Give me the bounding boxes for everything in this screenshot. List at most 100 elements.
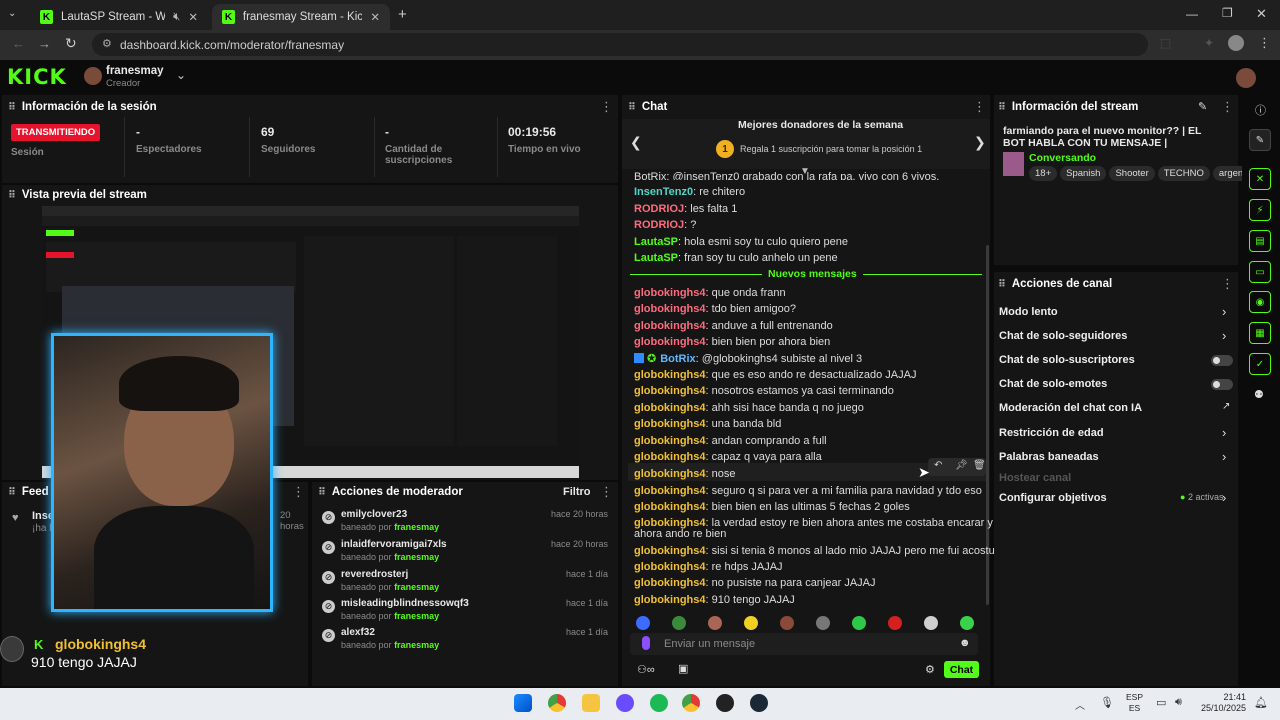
chatter-avatar[interactable] [924,616,938,630]
more-options-icon[interactable]: ⋮ [600,99,613,115]
edit-icon[interactable]: ✎ [1198,100,1207,113]
start-icon[interactable] [514,694,532,712]
chatter-avatar[interactable] [780,616,794,630]
more-options-icon[interactable]: ⋮ [973,99,986,115]
tag[interactable]: Spanish [1060,166,1107,181]
tab-list-icon[interactable]: ⌄ [8,8,24,22]
grip-icon[interactable]: ⠿ [8,190,16,201]
send-chat-button[interactable]: Chat [944,661,979,678]
gift-icon[interactable]: ▣ [678,662,688,675]
clipboard-icon[interactable]: ▤ [1249,230,1271,252]
site-settings-icon[interactable]: ⚙ [102,37,112,50]
users-icon[interactable]: ⚇∞ [637,663,655,676]
info-icon[interactable]: ⓘ [1255,102,1266,118]
browser-menu-icon[interactable]: ⋮ [1258,35,1271,51]
chatter-avatar[interactable] [636,616,650,630]
chatter-avatar[interactable] [852,616,866,630]
chevron-right-icon[interactable]: › [1222,449,1226,464]
maximize-icon[interactable]: ❐ [1222,6,1233,20]
chevron-right-icon[interactable]: › [1222,425,1226,440]
emotes-only-toggle[interactable] [1211,379,1233,390]
lightning-icon[interactable]: ⚡︎ [1249,199,1271,221]
chat-settings-icon[interactable]: ⚙ [925,663,935,676]
mute-icon[interactable]: 🔇︎ [173,11,180,24]
configure-goals-item[interactable]: Configurar objetivos [999,492,1107,504]
users-icon[interactable]: ⚉ [1254,388,1264,401]
chat-input[interactable]: Enviar un mensaje ☻ [630,633,978,655]
chatter-avatar[interactable] [816,616,830,630]
grip-icon[interactable]: ⠿ [998,279,1006,290]
emoji-icon[interactable]: ☻ [959,637,971,649]
back-icon[interactable]: ← [12,36,25,51]
pin-icon[interactable]: ▼ [800,166,810,177]
new-tab-icon[interactable]: + [398,6,407,23]
network-icon[interactable]: ▭ [1156,696,1166,709]
reply-icon[interactable]: ↶ [934,460,942,471]
channel-switch-chevron-icon[interactable]: ⌄ [176,68,186,82]
extensions-puzzle-icon[interactable]: ✦ [1204,36,1214,50]
category-name[interactable]: Conversando [1029,152,1096,164]
chrome-profile-icon[interactable] [682,694,700,712]
age-restriction-item[interactable]: Restricción de edad [999,427,1104,439]
file-explorer-icon[interactable] [582,694,600,712]
notifications-icon[interactable]: 🔔︎ [1254,696,1268,709]
discord-icon[interactable] [616,694,634,712]
chatter-avatar[interactable] [960,616,974,630]
close-tab-icon[interactable]: ✕ [188,10,198,24]
external-link-icon[interactable]: ↗ [1222,401,1230,412]
tab-franesmay[interactable]: K franesmay Stream - Kick Dashb ✕ [212,4,390,30]
chatter-avatar[interactable] [888,616,902,630]
chevron-right-icon[interactable]: › [1222,490,1226,505]
extension-icon[interactable]: ⬚ [1160,36,1171,50]
tag[interactable]: 18+ [1029,166,1058,181]
ai-moderation-item[interactable]: Moderación del chat con IA [999,402,1142,414]
tab-lautasp[interactable]: K LautaSP Stream - Watch Li 🔇︎ ✕ [30,4,208,30]
steam-icon[interactable] [750,694,768,712]
prev-arrow-icon[interactable]: ❮ [630,134,642,151]
spotify-icon[interactable] [650,694,668,712]
user-avatar[interactable] [1236,68,1256,88]
tray-chevron-icon[interactable]: ︿ [1075,697,1085,712]
grip-icon[interactable]: ⠿ [8,487,16,498]
more-options-icon[interactable]: ⋮ [600,484,613,500]
chevron-right-icon[interactable]: › [1222,328,1226,343]
subs-only-toggle[interactable] [1211,355,1233,366]
microphone-icon[interactable]: 🎙︎ [1100,696,1114,709]
chevron-right-icon[interactable]: › [1222,304,1226,319]
mic-icon[interactable] [642,636,650,650]
grip-icon[interactable]: ⠿ [998,102,1006,113]
minimize-icon[interactable]: — [1186,7,1198,21]
more-options-icon[interactable]: ⋮ [292,484,305,500]
grip-icon[interactable]: ⠿ [318,487,326,498]
forward-icon[interactable]: → [38,36,51,51]
grip-icon[interactable]: ⠿ [8,102,16,113]
grip-icon[interactable]: ⠿ [628,102,636,113]
slow-mode-item[interactable]: Modo lento [999,306,1058,318]
url-input[interactable]: ⚙ dashboard.kick.com/moderator/franesmay [92,33,1148,56]
tag[interactable]: Shooter [1109,166,1155,181]
delete-icon[interactable]: 🗑︎ [973,460,986,471]
chatter-avatar[interactable] [672,616,686,630]
more-options-icon[interactable]: ⋮ [1221,276,1234,292]
volume-icon[interactable]: 🔊︎ [1175,696,1182,709]
layout-icon[interactable]: ▦ [1249,322,1271,344]
chatter-avatar[interactable] [744,616,758,630]
close-window-icon[interactable]: ✕ [1256,6,1267,22]
tag[interactable]: TECHNO [1157,166,1210,181]
next-arrow-icon[interactable]: ❯ [974,134,986,151]
wrench-icon[interactable]: ✓ [1249,353,1271,375]
chatter-avatar[interactable] [708,616,722,630]
more-options-icon[interactable]: ⋮ [1221,99,1234,115]
pin-message-icon[interactable]: 📌︎ [955,460,968,471]
kick-logo[interactable]: KICK [7,65,67,89]
filter-button[interactable]: Filtro [563,486,591,498]
profile-avatar[interactable] [1228,35,1244,51]
obs-icon[interactable] [716,694,734,712]
reload-icon[interactable]: ↻ [65,35,77,52]
close-tab-icon[interactable]: ✕ [370,10,380,24]
language-indicator[interactable]: ESP ES [1126,692,1143,714]
chat-bubble-icon[interactable]: ▭ [1249,261,1271,283]
clock[interactable]: 21:41 25/10/2025 [1200,692,1246,714]
followers-only-item[interactable]: Chat de solo-seguidores [999,330,1127,342]
banned-words-item[interactable]: Palabras baneadas [999,451,1099,463]
